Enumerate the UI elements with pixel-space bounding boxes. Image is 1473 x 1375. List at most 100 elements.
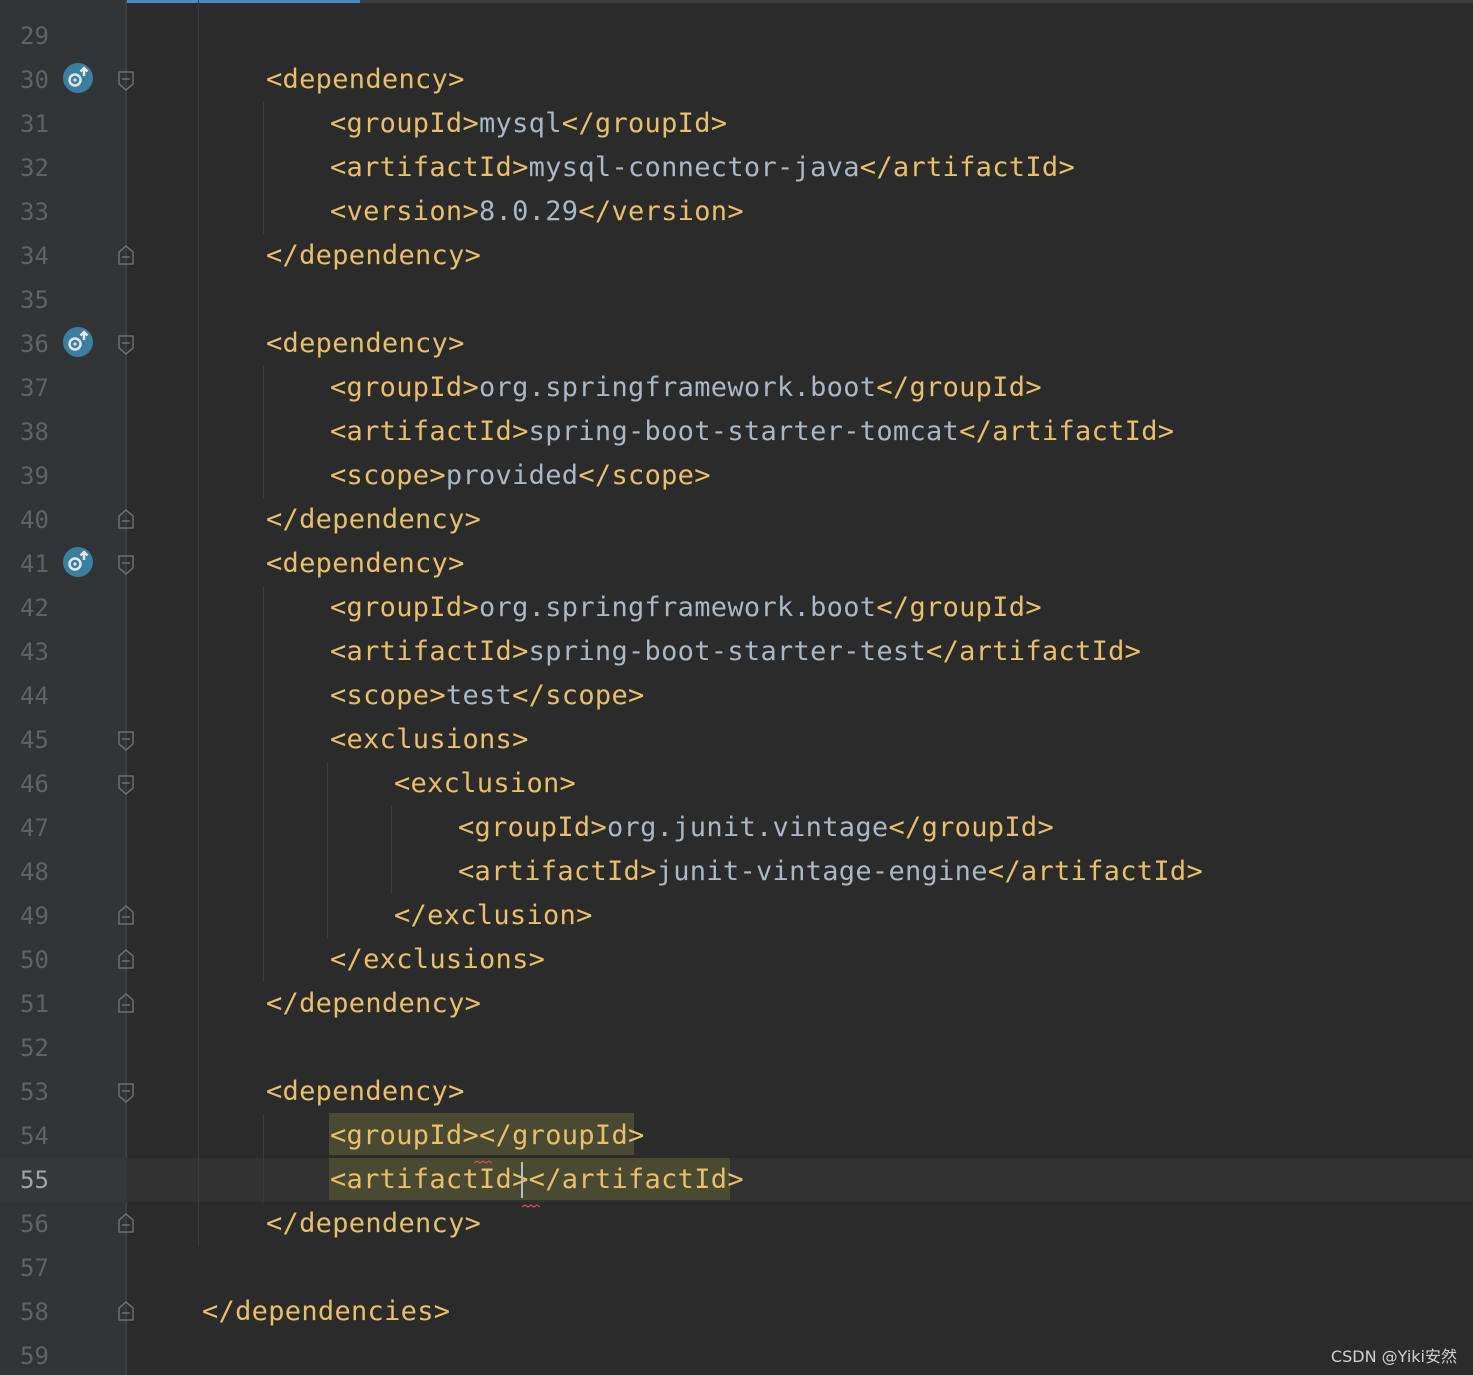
xml-open-tag: <groupId> xyxy=(458,812,607,843)
line-number[interactable]: 57 xyxy=(20,1246,60,1290)
xml-text: mysql xyxy=(479,108,562,139)
xml-open-tag: <groupId> xyxy=(330,372,479,403)
code-line-56[interactable]: </dependency> xyxy=(266,1202,481,1246)
xml-close-tag: </groupId> xyxy=(479,1120,645,1151)
code-line-45[interactable]: <exclusions> xyxy=(330,718,529,762)
indent-guide xyxy=(263,366,264,498)
line-number[interactable]: 45 xyxy=(20,718,60,762)
fold-close-icon[interactable] xyxy=(117,948,135,970)
code-line-44[interactable]: <scope>test</scope> xyxy=(330,674,645,718)
code-line-50[interactable]: </exclusions> xyxy=(330,938,545,982)
xml-text: junit-vintage-engine xyxy=(656,856,988,887)
line-number[interactable]: 51 xyxy=(20,982,60,1026)
code-editor[interactable]: 29 30 31 32 33 34 35 36 37 38 39 40 41 42 43 44 45 46 47 48… xyxy=(0,0,1473,1375)
line-number[interactable]: 48 xyxy=(20,850,60,894)
xml-close-tag: </exclusions> xyxy=(330,944,546,975)
fold-close-icon[interactable] xyxy=(117,992,135,1014)
xml-text: spring-boot-starter-test xyxy=(528,636,927,667)
code-line-47[interactable]: <groupId>org.junit.vintage</groupId> xyxy=(458,806,1054,850)
line-number[interactable]: 55 xyxy=(20,1158,60,1202)
fold-open-icon[interactable] xyxy=(117,70,135,92)
code-line-39[interactable]: <scope>provided</scope> xyxy=(330,454,711,498)
code-line-43[interactable]: <artifactId>spring-boot-starter-test</ar… xyxy=(330,630,1141,674)
code-line-49[interactable]: </exclusion> xyxy=(394,894,593,938)
code-line-41[interactable]: <dependency> xyxy=(266,542,465,586)
code-line-58[interactable]: </dependencies> xyxy=(202,1290,450,1334)
xml-close-tag: </groupId> xyxy=(876,372,1042,403)
fold-open-icon[interactable] xyxy=(117,554,135,576)
code-line-51[interactable]: </dependency> xyxy=(266,982,481,1026)
xml-close-tag: </scope> xyxy=(578,460,711,491)
fold-open-icon[interactable] xyxy=(117,334,135,356)
line-number[interactable]: 54 xyxy=(20,1114,60,1158)
line-number[interactable]: 53 xyxy=(20,1070,60,1114)
xml-close-tag: </artifactId> xyxy=(959,416,1175,447)
indent-guide xyxy=(391,806,392,894)
code-line-31[interactable]: <groupId>mysql</groupId> xyxy=(330,102,727,146)
xml-text: 8.0.29 xyxy=(479,196,579,227)
xml-open-tag: <scope> xyxy=(330,680,446,711)
xml-close-tag: </version> xyxy=(578,196,744,227)
fold-close-icon[interactable] xyxy=(117,244,135,266)
code-line-34[interactable]: </dependency> xyxy=(266,234,481,278)
line-number[interactable]: 36 xyxy=(20,322,60,366)
line-number[interactable]: 59 xyxy=(20,1334,60,1375)
indent-guide xyxy=(263,102,264,234)
xml-close-tag: </groupId> xyxy=(561,108,728,139)
line-number[interactable]: 30 xyxy=(20,58,60,102)
code-line-42[interactable]: <groupId>org.springframework.boot</group… xyxy=(330,586,1042,630)
code-line-38[interactable]: <artifactId>spring-boot-starter-tomcat</… xyxy=(330,410,1174,454)
indent-guide xyxy=(327,762,328,938)
fold-close-icon[interactable] xyxy=(117,1300,135,1322)
line-number[interactable]: 58 xyxy=(20,1290,60,1334)
line-number[interactable]: 50 xyxy=(20,938,60,982)
line-number[interactable]: 37 xyxy=(20,366,60,410)
line-number[interactable]: 41 xyxy=(20,542,60,586)
code-line-46[interactable]: <exclusion> xyxy=(394,762,576,806)
line-number[interactable]: 32 xyxy=(20,146,60,190)
fold-close-icon[interactable] xyxy=(117,508,135,530)
fold-open-icon[interactable] xyxy=(117,730,135,752)
code-line-48[interactable]: <artifactId>junit-vintage-engine</artifa… xyxy=(458,850,1203,894)
line-number[interactable]: 31 xyxy=(20,102,60,146)
line-number[interactable]: 34 xyxy=(20,234,60,278)
code-line-36[interactable]: <dependency> xyxy=(266,322,465,366)
code-line-33[interactable]: <version>8.0.29</version> xyxy=(330,190,744,234)
xml-open-tag: <artifactId> xyxy=(330,416,529,447)
line-number[interactable]: 29 xyxy=(20,14,60,58)
xml-close-tag: </dependency> xyxy=(266,988,482,1019)
watermark: CSDN @Yiki安然 xyxy=(1330,1347,1457,1366)
maven-dependency-update-icon[interactable] xyxy=(62,62,94,94)
line-number[interactable]: 35 xyxy=(20,278,60,322)
code-line-37[interactable]: <groupId>org.springframework.boot</group… xyxy=(330,366,1042,410)
xml-close-tag: </exclusion> xyxy=(394,900,593,931)
code-line-53[interactable]: <dependency> xyxy=(266,1070,465,1114)
line-number[interactable]: 38 xyxy=(20,410,60,454)
line-number[interactable]: 47 xyxy=(20,806,60,850)
maven-dependency-update-icon[interactable] xyxy=(62,546,94,578)
xml-text: provided xyxy=(445,460,579,491)
code-line-32[interactable]: <artifactId>mysql-connector-java</artifa… xyxy=(330,146,1075,190)
line-number[interactable]: 43 xyxy=(20,630,60,674)
line-number[interactable]: 44 xyxy=(20,674,60,718)
xml-open-tag: <dependency> xyxy=(266,328,465,359)
maven-dependency-update-icon[interactable] xyxy=(62,326,94,358)
line-number[interactable]: 52 xyxy=(20,1026,60,1070)
line-number[interactable]: 39 xyxy=(20,454,60,498)
fold-close-icon[interactable] xyxy=(117,1212,135,1234)
code-line-40[interactable]: </dependency> xyxy=(266,498,481,542)
line-number[interactable]: 42 xyxy=(20,586,60,630)
fold-open-icon[interactable] xyxy=(117,774,135,796)
fold-close-icon[interactable] xyxy=(117,904,135,926)
line-number[interactable]: 49 xyxy=(20,894,60,938)
line-number[interactable]: 46 xyxy=(20,762,60,806)
fold-open-icon[interactable] xyxy=(117,1082,135,1104)
xml-close-tag: </groupId> xyxy=(888,812,1055,843)
xml-close-tag: </artifactId> xyxy=(926,636,1142,667)
line-number[interactable]: 33 xyxy=(20,190,60,234)
xml-text: mysql-connector-java xyxy=(528,152,860,183)
line-number[interactable]: 56 xyxy=(20,1202,60,1246)
xml-text: org.junit.vintage xyxy=(607,812,889,843)
code-line-30[interactable]: <dependency> xyxy=(266,58,465,102)
line-number[interactable]: 40 xyxy=(20,498,60,542)
